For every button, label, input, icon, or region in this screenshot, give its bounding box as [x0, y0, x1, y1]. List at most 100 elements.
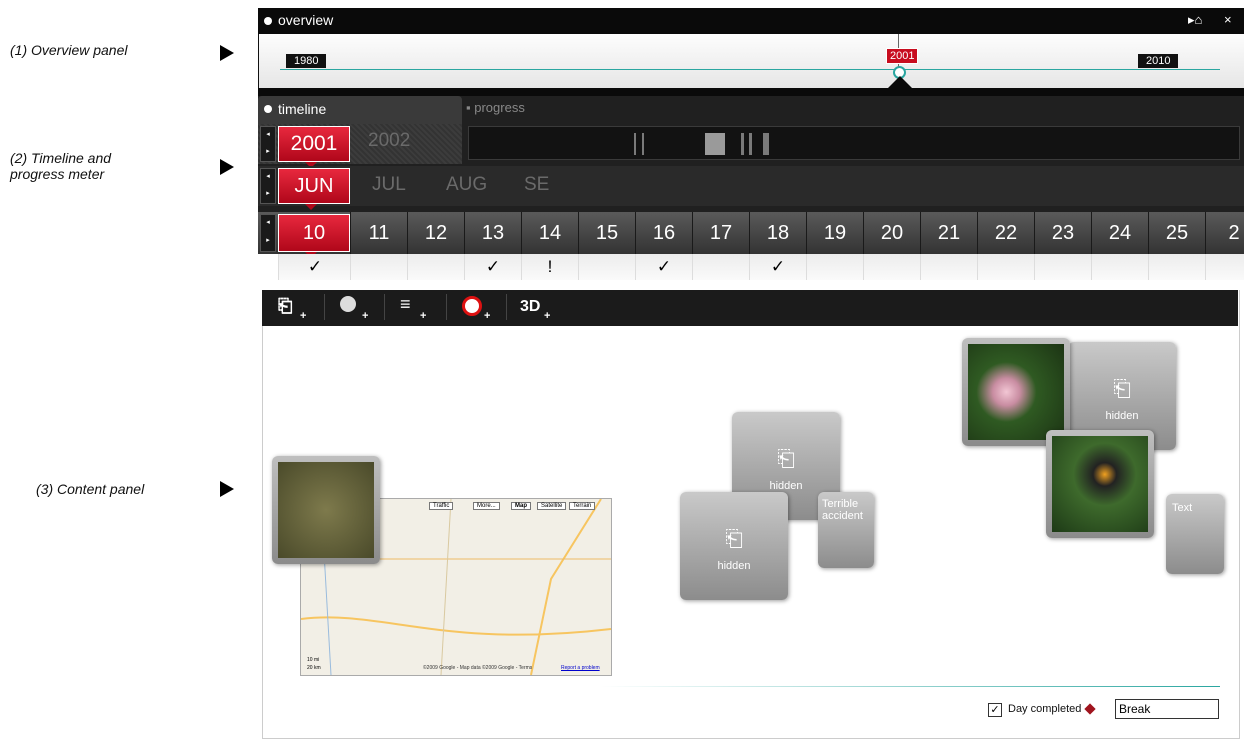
- day-status-mark: ✓: [635, 254, 692, 280]
- photo-stack-icon: ⎗: [1113, 376, 1131, 401]
- break-input[interactable]: [1115, 699, 1219, 719]
- add-3d-icon: 3D: [520, 298, 541, 315]
- add-webcam-icon: [462, 296, 482, 316]
- annotation-content: (3) Content panel: [36, 481, 145, 497]
- hidden-card[interactable]: ⎗ hidden: [680, 492, 788, 600]
- day-cell[interactable]: 14: [521, 212, 578, 254]
- map-scale-km: 20 km: [307, 665, 321, 671]
- clock-icon: [264, 105, 272, 113]
- day-cell[interactable]: 16: [635, 212, 692, 254]
- bar-chart-icon: ▪: [466, 100, 471, 115]
- tab-progress[interactable]: ▪ progress: [466, 100, 525, 115]
- day-status-mark: [1205, 254, 1244, 280]
- day-status-mark: !: [521, 254, 578, 280]
- next-icon[interactable]: ▸: [261, 186, 275, 203]
- day-cell[interactable]: 2: [1205, 212, 1244, 254]
- day-status-mark: [806, 254, 863, 280]
- year-next[interactable]: 2002: [368, 130, 410, 152]
- day-status-mark: [350, 254, 407, 280]
- day-stepper[interactable]: ◂ ▸: [260, 214, 276, 252]
- add-globe-icon: [340, 296, 356, 312]
- content-toolbar: ⎗ + + ≡ + + 3D +: [262, 290, 1238, 326]
- overview-axis: [280, 69, 1220, 70]
- toucan-photo[interactable]: [1046, 430, 1154, 538]
- month-row: [258, 166, 1244, 206]
- annotation-timeline: (2) Timeline and progress meter: [10, 150, 112, 182]
- tab-progress-label: progress: [474, 100, 525, 115]
- day-status-mark: [863, 254, 920, 280]
- day-cell[interactable]: 12: [407, 212, 464, 254]
- day-cell[interactable]: 19: [806, 212, 863, 254]
- selected-year[interactable]: 2001: [278, 126, 350, 168]
- day-cell[interactable]: 25: [1148, 212, 1205, 254]
- map-satellite-button[interactable]: Satellite: [537, 502, 567, 510]
- home-button[interactable]: ▸⌂: [1188, 12, 1202, 28]
- card-label: hidden: [769, 480, 803, 492]
- day-cell[interactable]: 24: [1091, 212, 1148, 254]
- day-cell[interactable]: 17: [692, 212, 749, 254]
- overview-title: overview: [278, 12, 334, 28]
- map-more-button[interactable]: More...: [473, 502, 500, 510]
- day-status-mark: ✓: [464, 254, 521, 280]
- day-cell[interactable]: 18: [749, 212, 806, 254]
- map-terrain-button[interactable]: Terrain: [569, 502, 596, 510]
- card-label: hidden: [1105, 410, 1139, 422]
- day-cell[interactable]: 20: [863, 212, 920, 254]
- day-status-mark: ✓: [749, 254, 806, 280]
- selected-day[interactable]: 10: [278, 214, 350, 258]
- add-photo-icon: ⎗: [278, 296, 293, 316]
- card-label: hidden: [717, 560, 751, 572]
- day-status-mark: [407, 254, 464, 280]
- photo-stack-icon: ⎗: [725, 526, 743, 551]
- overview-strip[interactable]: [258, 34, 1244, 88]
- day-status-mark: [977, 254, 1034, 280]
- text-card[interactable]: Text: [1166, 494, 1224, 574]
- day-status-mark: [1148, 254, 1205, 280]
- month-aug[interactable]: AUG: [446, 174, 487, 196]
- wall-photo[interactable]: [272, 456, 380, 564]
- month-jul[interactable]: JUL: [372, 174, 406, 196]
- tab-timeline-label: timeline: [278, 101, 327, 117]
- card-label: Text: [1172, 502, 1193, 514]
- next-icon[interactable]: ▸: [261, 233, 275, 251]
- day-status-mark: ✓: [278, 254, 351, 280]
- close-button[interactable]: ×: [1224, 12, 1232, 27]
- map-report-link[interactable]: Report a problem: [561, 665, 600, 671]
- month-stepper[interactable]: ◂ ▸: [260, 168, 276, 204]
- day-status-mark: [1091, 254, 1148, 280]
- photo-stack-icon: ⎗: [777, 446, 795, 471]
- annotation-overview: (1) Overview panel: [10, 42, 128, 58]
- map-scale-mi: 10 mi: [307, 657, 320, 663]
- overview-current-year[interactable]: 2001: [886, 48, 919, 64]
- arrow-icon: [220, 159, 234, 175]
- map-traffic-button[interactable]: Traffic: [429, 502, 454, 510]
- day-cell[interactable]: 11: [350, 212, 407, 254]
- day-cell[interactable]: 13: [464, 212, 521, 254]
- prev-icon[interactable]: ◂: [261, 127, 275, 144]
- arrow-icon: [220, 481, 234, 497]
- map-map-button[interactable]: Map: [511, 502, 531, 510]
- arrow-icon: [220, 45, 234, 61]
- text-card[interactable]: Terrible accident: [818, 492, 874, 568]
- day-completed-label: Day completed: [1008, 703, 1082, 715]
- month-sep[interactable]: SE: [524, 174, 549, 196]
- overview-icon: [264, 17, 272, 25]
- day-status-mark: [578, 254, 635, 280]
- year-stepper[interactable]: ◂ ▸: [260, 126, 276, 162]
- map-copyright: ©2009 Google - Map data ©2009 Google - T…: [423, 665, 533, 671]
- progress-meter: [468, 126, 1240, 160]
- prev-icon[interactable]: ◂: [261, 169, 275, 186]
- tab-timeline[interactable]: timeline: [258, 96, 462, 124]
- next-icon[interactable]: ▸: [261, 144, 275, 161]
- overview-pointer: [888, 76, 912, 88]
- prev-icon[interactable]: ◂: [261, 215, 275, 233]
- day-cell[interactable]: 21: [920, 212, 977, 254]
- day-cell[interactable]: 23: [1034, 212, 1091, 254]
- day-cell[interactable]: 15: [578, 212, 635, 254]
- day-completed-checkbox[interactable]: ✓: [988, 703, 1002, 717]
- day-cell[interactable]: 22: [977, 212, 1034, 254]
- selected-month[interactable]: JUN: [278, 168, 350, 210]
- day-status-mark: [1034, 254, 1091, 280]
- overview-bottom-bar: [258, 88, 1244, 96]
- overview-end-year: 2010: [1138, 54, 1179, 68]
